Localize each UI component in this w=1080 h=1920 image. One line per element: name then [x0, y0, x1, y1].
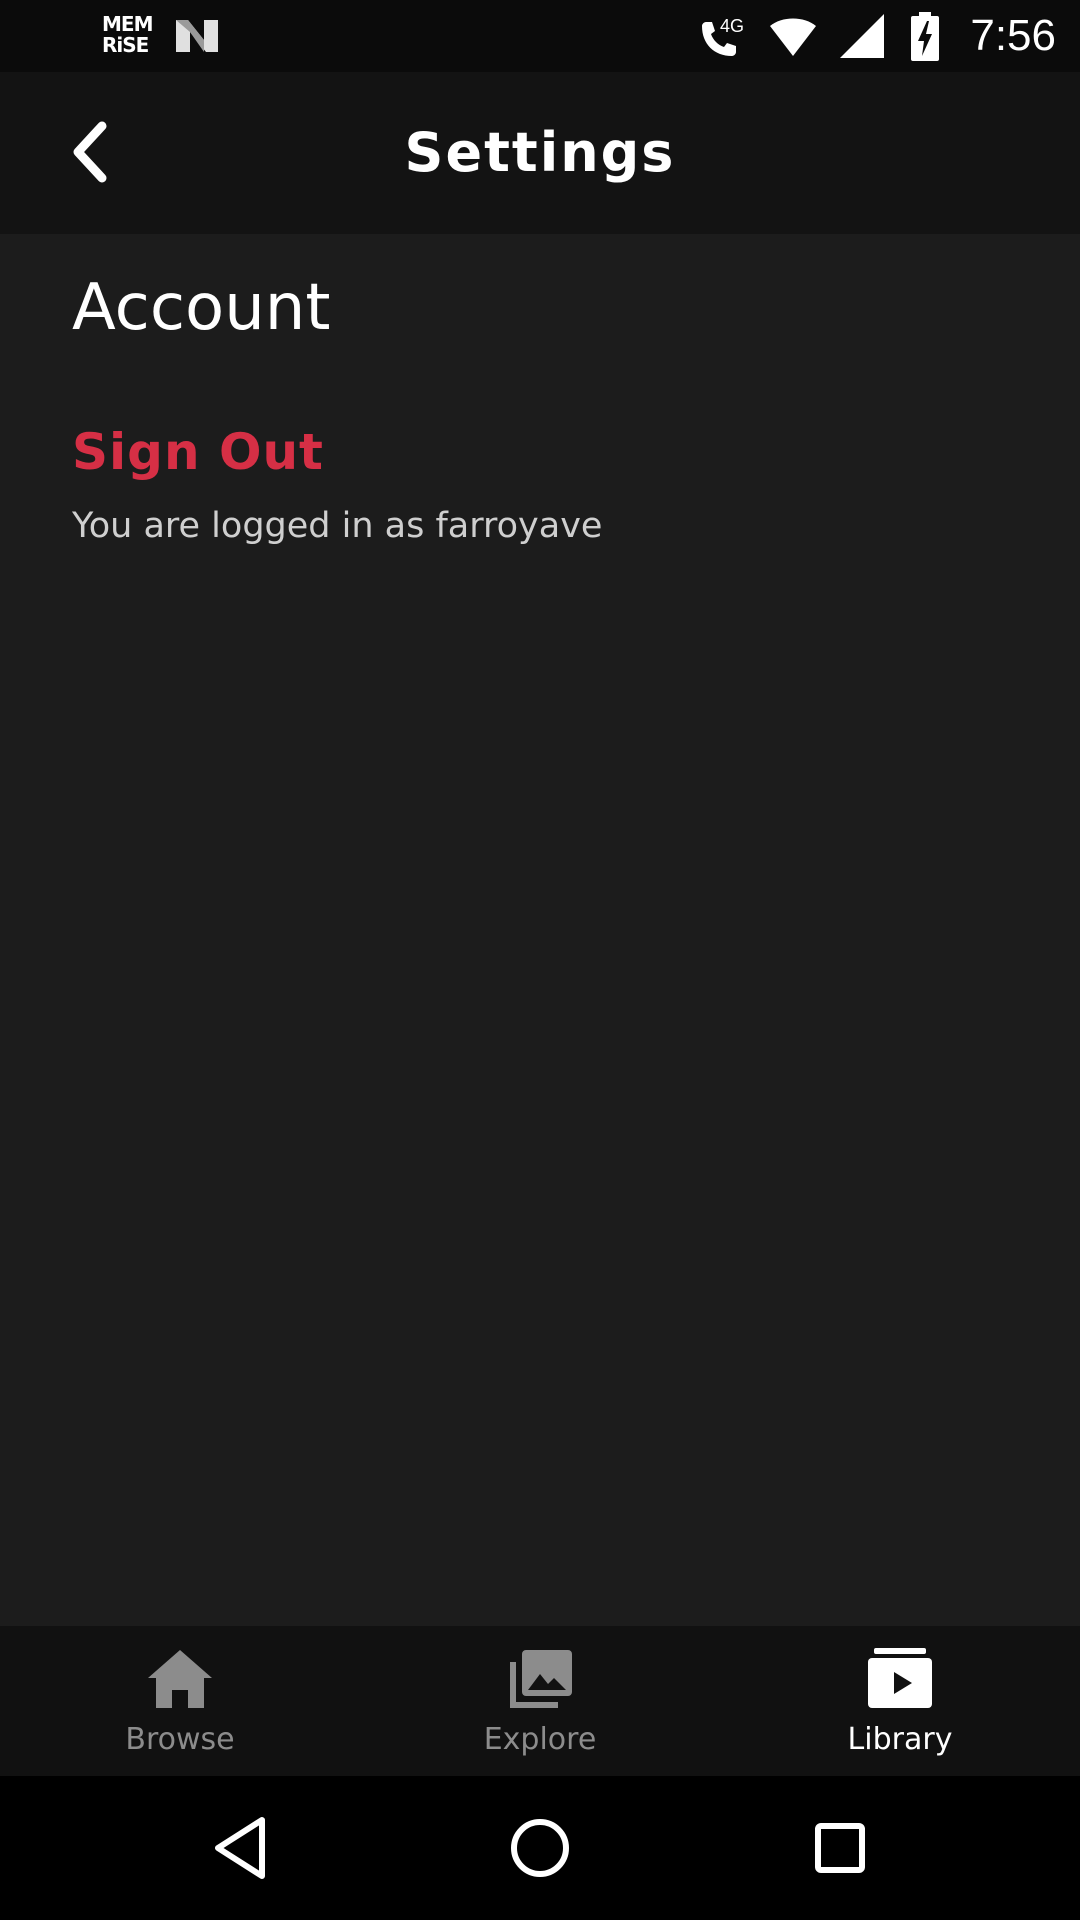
nav-item-explore[interactable]: Explore — [360, 1626, 720, 1776]
home-circle-icon[interactable] — [504, 1812, 576, 1884]
nav-label-library: Library — [847, 1722, 953, 1757]
nav-item-browse[interactable]: Browse — [0, 1626, 360, 1776]
chevron-left-icon — [73, 121, 107, 183]
logo-line-2: RiSE — [102, 33, 149, 57]
settings-content: Account Sign Out You are logged in as fa… — [0, 234, 1080, 1626]
memrise-logo-icon: MEM RiSE — [102, 12, 153, 58]
home-icon — [148, 1650, 212, 1708]
nav-label-browse: Browse — [125, 1722, 235, 1757]
status-time: 7:56 — [970, 11, 1056, 60]
page-title: Settings — [404, 121, 676, 184]
sign-out-button[interactable]: Sign Out — [72, 422, 324, 482]
back-triangle-icon[interactable] — [206, 1812, 278, 1884]
gallery-icon — [510, 1650, 572, 1708]
bottom-navigation: Browse Explore Library — [0, 1626, 1080, 1776]
cell-signal-icon — [840, 14, 884, 58]
recents-square-icon[interactable] — [804, 1812, 876, 1884]
nav-label-explore: Explore — [483, 1722, 597, 1757]
nav-item-library[interactable]: Library — [720, 1626, 1080, 1776]
account-section-title: Account — [72, 271, 331, 345]
n-notification-icon — [176, 20, 218, 52]
battery-charging-icon — [911, 12, 939, 61]
network-label: 4G — [720, 16, 744, 36]
back-button[interactable] — [56, 112, 128, 192]
wifi-call-icon: 4G — [702, 16, 744, 56]
video-library-icon — [868, 1648, 932, 1708]
app-bar: Settings — [0, 72, 1080, 234]
wifi-icon — [770, 18, 816, 56]
system-navigation-bar — [0, 1776, 1080, 1920]
logged-in-status: You are logged in as farroyave — [72, 506, 603, 546]
status-bar: MEM RiSE 4G 7:56 — [0, 0, 1080, 72]
logo-line-1: MEM — [102, 12, 153, 36]
